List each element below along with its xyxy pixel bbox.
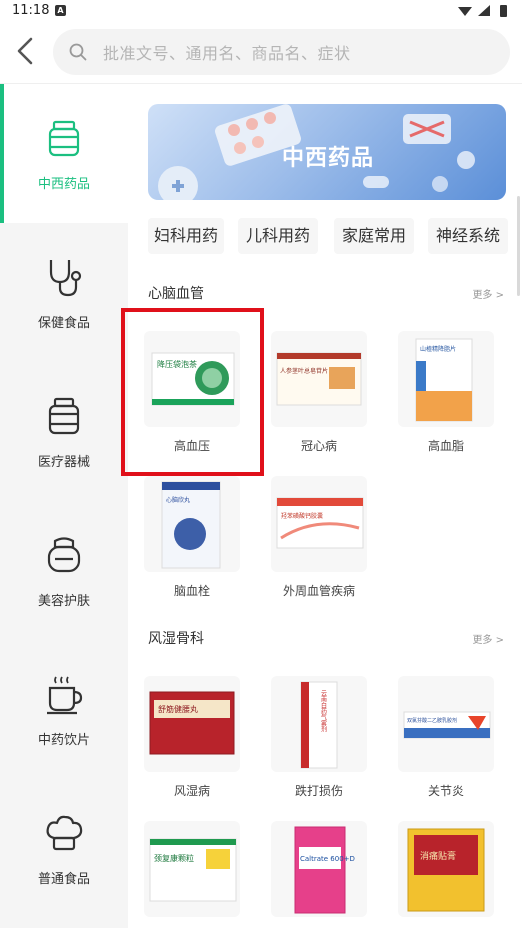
product-image: 颈复康颗粒 [144,821,240,917]
search-icon [69,43,87,61]
chef-hat-icon [46,815,83,851]
section-title-rheumatology: 风湿骨科 [148,631,204,647]
medicine-bottle-icon [48,120,80,157]
product-pain-patch[interactable]: 消痛贴膏 [398,821,494,917]
box-text: 消痛贴膏 [420,850,456,862]
product-label: 高血脂 [427,439,464,453]
search-placeholder: 批准文号、通用名、商品名、症状 [103,44,351,63]
product-image: 双氯芬酸二乙胺乳胶剂 [398,676,494,772]
product-bruise[interactable]: 云南白药气雾剂 跌打损伤 [271,676,367,799]
sidebar-item-food[interactable]: 普通食品 [0,779,128,918]
battery-icon [500,5,507,17]
medicine-box-image: 云南白药气雾剂 [300,681,338,769]
product-label: 外周血管疾病 [282,584,355,598]
back-button[interactable] [10,34,40,68]
section-title-cardio: 心脑血管 [148,286,204,302]
box-text: 颈复康颗粒 [154,853,194,863]
product-label: 冠心病 [300,439,337,453]
signal-icon [478,5,490,16]
banner-title: 中西药品 [282,146,375,171]
product-image: 羟苯磺酸钙胶囊 [271,476,367,572]
product-image: 消痛贴膏 [398,821,494,917]
medicine-box-image: 颈复康颗粒 [149,838,237,902]
medicine-box-image: 降压袋泡茶 [151,352,235,406]
sidebar-item-medicine[interactable]: 中西药品 [0,84,128,223]
medicine-box-image: 双氯芬酸二乙胺乳胶剂 [403,711,491,739]
box-text: Caltrate 600+D [300,855,355,863]
box-text: 双氯芬酸二乙胺乳胶剂 [407,717,457,724]
medicine-box-image: 心脑欣丸 [161,481,221,569]
sidebar-item-medical-device[interactable]: 医疗器械 [0,362,128,501]
product-label: 风湿病 [173,784,210,798]
sidebar-item-health-food[interactable]: 保健食品 [0,223,128,362]
box-text: 降压袋泡茶 [157,359,197,369]
product-image: 云南白药气雾剂 [271,676,367,772]
tag-gynecology[interactable]: 妇科用药 [148,218,224,254]
sidebar-item-label: 中药饮片 [37,733,90,748]
category-sidebar: 中西药品 保健食品 医疗器械 美容护肤 中药饮片 普通食品 [0,84,128,928]
header: 批准文号、通用名、商品名、症状 [0,22,522,84]
medicine-box-image: 人参茎叶总皂苷片 [276,352,362,406]
product-label: 跌打损伤 [294,784,343,798]
main-content: 中西药品 妇科用药 儿科用药 家庭常用 神经系统 心脑血管 更多 > 降压袋泡茶… [128,84,522,928]
medicine-box-image: 羟苯磺酸钙胶囊 [276,497,364,549]
status-time: 11:18 [12,3,50,18]
tag-family-common[interactable]: 家庭常用 [334,218,414,254]
box-text: 山楂精降脂片 [420,345,456,353]
sidebar-item-label: 中西药品 [37,177,90,192]
sidebar-item-beauty[interactable]: 美容护肤 [0,501,128,640]
product-image: 舒筋健腰丸 [144,676,240,772]
product-coronary[interactable]: 人参茎叶总皂苷片 冠心病 [271,331,367,454]
product-caltrate[interactable]: Caltrate 600+D [271,821,367,917]
box-text: 心脑欣丸 [166,496,190,504]
product-image: 山楂精降脂片 [398,331,494,427]
product-label: 关节炎 [427,784,464,798]
product-label: 脑血栓 [173,584,210,598]
chevron-left-icon [17,37,33,65]
medical-device-icon [48,397,80,435]
stethoscope-icon [49,260,82,297]
tag-pediatrics[interactable]: 儿科用药 [238,218,318,254]
product-hypertension[interactable]: 降压袋泡茶 高血压 [144,331,240,454]
medicine-box-image: 消痛贴膏 [407,828,485,912]
product-image: 降压袋泡茶 [144,331,240,427]
product-hyperlipidemia[interactable]: 山楂精降脂片 高血脂 [398,331,494,454]
product-cerebral-thrombosis[interactable]: 心脑欣丸 脑血栓 [144,476,240,599]
box-text: 云南白药气雾剂 [320,690,327,733]
product-rheumatism[interactable]: 舒筋健腰丸 风湿病 [144,676,240,799]
medicine-box-image: 舒筋健腰丸 [149,691,235,755]
sidebar-item-label: 普通食品 [37,872,90,887]
notification-icon: A [55,5,66,16]
product-cervical[interactable]: 颈复康颗粒 [144,821,240,917]
medicine-box-image: 山楂精降脂片 [415,338,473,422]
product-arthritis[interactable]: 双氯芬酸二乙胺乳胶剂 关节炎 [398,676,494,799]
medicine-box-image: Caltrate 600+D [294,826,355,914]
box-text: 舒筋健腰丸 [158,704,198,714]
subcategory-tags: 妇科用药 儿科用药 家庭常用 神经系统 [148,218,522,254]
sidebar-item-label: 保健食品 [37,316,90,331]
product-image: 心脑欣丸 [144,476,240,572]
section-more-cardio[interactable]: 更多 > [472,286,504,301]
product-label: 高血压 [173,439,210,453]
section-more-rheumatology[interactable]: 更多 > [472,631,504,646]
search-input[interactable]: 批准文号、通用名、商品名、症状 [53,29,510,75]
scrollbar[interactable] [517,196,520,296]
wifi-icon [458,7,472,16]
sidebar-item-label: 美容护肤 [37,594,90,609]
tea-cup-icon [47,676,83,715]
category-banner[interactable]: 中西药品 [148,104,506,200]
sidebar-item-herbal[interactable]: 中药饮片 [0,640,128,779]
box-text: 人参茎叶总皂苷片 [280,367,328,375]
status-bar: 11:18 A [0,0,522,22]
status-icons [458,5,507,17]
cosmetic-jar-icon [47,537,81,573]
product-image: Caltrate 600+D [271,821,367,917]
product-peripheral-vascular[interactable]: 羟苯磺酸钙胶囊 外周血管疾病 [271,476,367,599]
tag-nervous-system[interactable]: 神经系统 [428,218,508,254]
product-image: 人参茎叶总皂苷片 [271,331,367,427]
sidebar-item-label: 医疗器械 [37,455,90,470]
box-text: 羟苯磺酸钙胶囊 [281,512,323,520]
